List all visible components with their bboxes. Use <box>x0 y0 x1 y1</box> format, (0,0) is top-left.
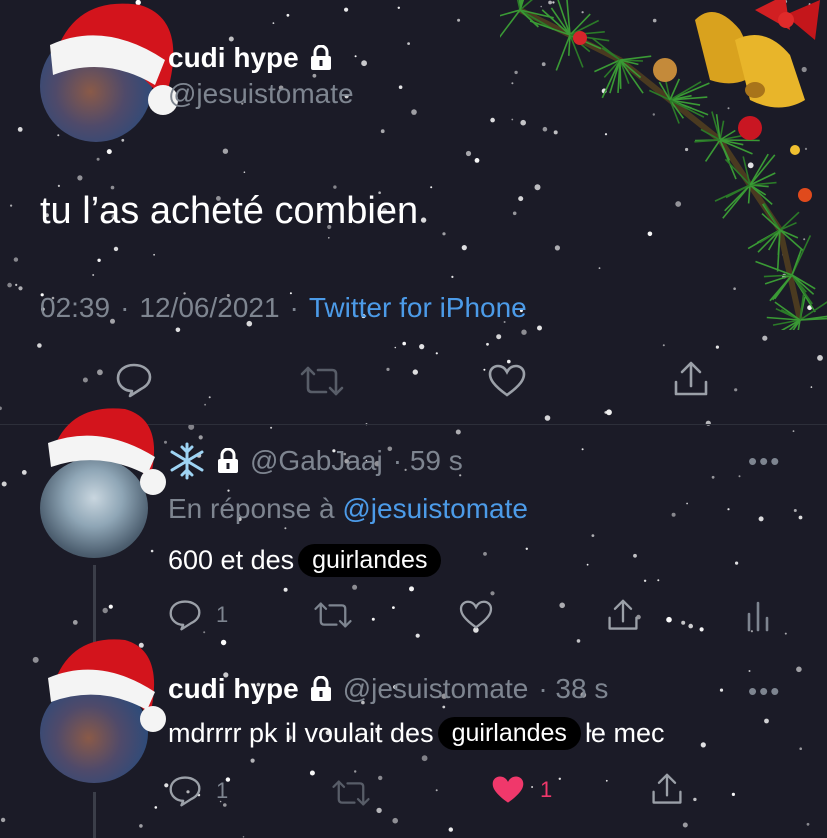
analytics-icon[interactable] <box>746 600 770 632</box>
reply-time: · 38 s <box>538 673 609 704</box>
thread-line <box>93 792 96 838</box>
reply2-header: cudi hype @jesuistomate · 38 s <box>168 673 608 705</box>
reply-icon[interactable] <box>168 598 202 632</box>
santa-hat-decoration <box>50 3 178 115</box>
share-icon[interactable] <box>672 360 710 400</box>
censored-word: guirlandes <box>437 717 581 750</box>
lock-icon <box>310 45 331 70</box>
reply-action[interactable]: 1 <box>168 598 228 632</box>
tweet-source-link[interactable]: Twitter for iPhone <box>309 292 527 324</box>
heart-filled-icon[interactable] <box>490 774 526 806</box>
retweet-icon[interactable] <box>312 600 354 630</box>
reply-count: 1 <box>216 778 229 803</box>
christmas-garland-decoration <box>500 0 827 330</box>
share-icon[interactable] <box>650 772 684 808</box>
handle[interactable]: @jesuistomate <box>343 673 529 705</box>
snowflake-icon <box>170 442 204 480</box>
censored-word: guirlandes <box>298 544 442 577</box>
reply-count: 1 <box>216 602 229 627</box>
thread-line <box>93 565 96 645</box>
santa-hat-decoration <box>48 408 166 495</box>
share-icon[interactable] <box>606 598 640 634</box>
reply-icon[interactable] <box>115 362 153 398</box>
reply1-header: @GabJaaj · 59 s <box>168 442 463 480</box>
reply-text-part: mdrrrr pk il voulait des <box>168 718 434 748</box>
display-name[interactable]: cudi hype <box>168 673 299 705</box>
reply-text-part: le mec <box>584 718 665 748</box>
lock-icon <box>218 448 238 473</box>
tweet-meta: 02:39 · 12/06/2021 · Twitter for iPhone <box>40 292 527 324</box>
tweet-time: 02:39 <box>40 292 111 323</box>
reply-icon[interactable] <box>168 774 202 808</box>
more-options-icon[interactable]: ••• <box>748 676 781 707</box>
reply-to-prefix: En réponse à <box>168 493 335 524</box>
tweet-date: 12/06/2021 <box>139 292 280 323</box>
reply-text: mdrrrr pk il voulait des guirlandes le m… <box>168 717 664 750</box>
handle[interactable]: @jesuistomate <box>168 78 354 110</box>
tweet-text: tu l’as acheté combien <box>40 190 419 232</box>
separator: · <box>289 292 299 323</box>
handle[interactable]: @GabJaaj <box>250 445 383 477</box>
reply-to-handle-link[interactable]: @jesuistomate <box>342 493 528 524</box>
lock-icon <box>310 676 331 701</box>
separator: · <box>120 292 130 323</box>
main-tweet-header: cudi hype @jesuistomate <box>168 42 354 110</box>
like-action[interactable]: 1 <box>490 774 552 806</box>
retweet-icon[interactable] <box>330 778 372 808</box>
more-options-icon[interactable]: ••• <box>748 446 781 477</box>
like-icon[interactable] <box>458 600 494 630</box>
like-icon[interactable] <box>487 364 527 398</box>
reply-action[interactable]: 1 <box>168 774 228 808</box>
reply-to-line: En réponse à @jesuistomate <box>168 493 528 525</box>
reply-text: 600 et des guirlandes <box>168 544 442 577</box>
santa-hat-decoration <box>48 639 166 732</box>
like-count: 1 <box>540 777 553 802</box>
retweet-icon[interactable] <box>298 364 346 398</box>
display-name[interactable]: cudi hype <box>168 42 299 74</box>
reply-time: · 59 s <box>392 445 463 476</box>
reply-text-part: 600 et des <box>168 545 295 575</box>
